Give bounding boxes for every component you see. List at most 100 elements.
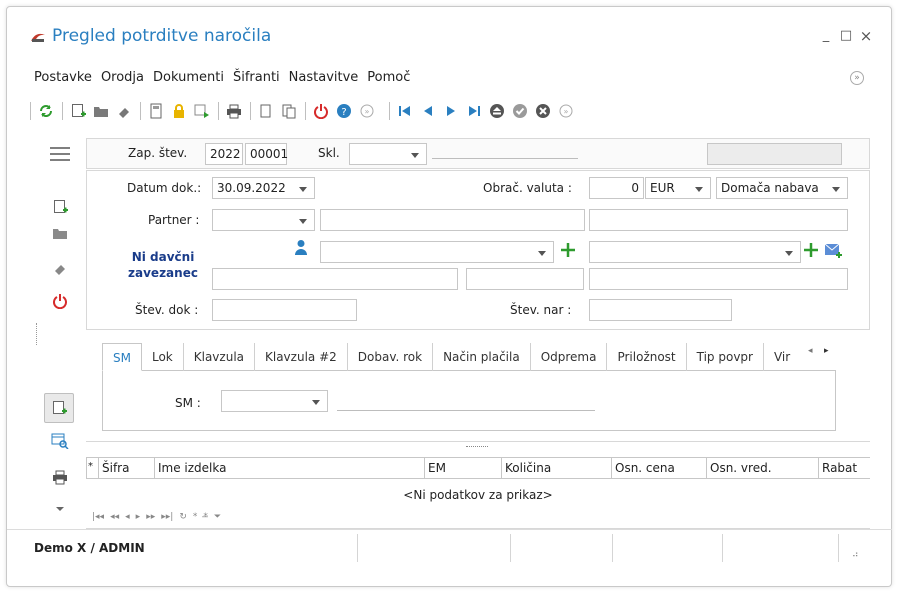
minimize-button[interactable]: _	[818, 28, 834, 44]
stev-dok-field[interactable]	[212, 299, 357, 321]
power-icon[interactable]	[312, 102, 330, 120]
print-icon[interactable]	[225, 102, 243, 120]
menu-collapse-icon[interactable]: »	[850, 71, 864, 85]
tab-priloznost[interactable]: Priložnost	[607, 343, 687, 371]
resize-grip-icon[interactable]: ⠴	[852, 550, 859, 560]
prev-record-icon[interactable]	[419, 102, 437, 120]
side-new-icon[interactable]	[48, 196, 72, 218]
nav-first-icon[interactable]: |◂◂	[92, 512, 104, 522]
menu-sifranti[interactable]: Šifranti	[233, 70, 280, 85]
menu-pomoc[interactable]: Pomoč	[367, 70, 410, 85]
grid-search-icon[interactable]	[48, 430, 72, 452]
side-print-icon[interactable]	[48, 466, 72, 488]
open-folder-icon[interactable]	[92, 102, 110, 120]
nav-insert-icon[interactable]: *̶	[203, 512, 208, 522]
skl-dropdown[interactable]	[349, 143, 427, 165]
address-dropdown[interactable]	[320, 241, 554, 263]
col-sifra[interactable]: Šifra	[98, 458, 154, 479]
maximize-button[interactable]: □	[838, 28, 854, 44]
nav-next-icon[interactable]: ▸	[136, 512, 141, 522]
side-splitter[interactable]	[36, 323, 37, 345]
eraser-icon[interactable]	[115, 102, 133, 120]
nav-prev-page-icon[interactable]: ◂◂	[110, 512, 119, 522]
person-icon[interactable]	[294, 239, 308, 255]
svg-text:?: ?	[341, 107, 346, 118]
refresh-icon[interactable]	[37, 102, 55, 120]
side-eraser-icon[interactable]	[48, 257, 72, 279]
col-osn-vred[interactable]: Osn. vred.	[706, 458, 818, 479]
zap-number-field[interactable]: 00001	[245, 143, 288, 165]
menu-orodja[interactable]: Orodja	[101, 70, 144, 85]
first-record-icon[interactable]	[396, 102, 414, 120]
next-record-icon[interactable]	[442, 102, 460, 120]
tab-klavzula[interactable]: Klavzula	[184, 343, 255, 371]
close-button[interactable]: ×	[858, 28, 874, 44]
obrac-value-field[interactable]: 0	[589, 177, 644, 199]
menu-nastavitve[interactable]: Nastavitve	[289, 70, 359, 85]
eject-icon[interactable]	[488, 102, 506, 120]
paste-icon[interactable]	[280, 102, 298, 120]
add-address-icon[interactable]	[560, 242, 576, 258]
stev-nar-field[interactable]	[589, 299, 732, 321]
zap-label: Zap. štev.	[128, 146, 188, 160]
last-record-icon[interactable]	[465, 102, 483, 120]
calculator-icon[interactable]	[147, 102, 165, 120]
more-icon[interactable]: »	[557, 102, 575, 120]
circle-arrow-icon[interactable]: »	[358, 102, 376, 120]
grid-export-icon[interactable]	[193, 102, 211, 120]
sm-dropdown[interactable]	[221, 390, 328, 412]
nav-prev-icon[interactable]: ◂	[125, 512, 130, 522]
nav-filter-icon[interactable]: ⏷	[214, 512, 221, 522]
address-post-field[interactable]	[466, 268, 584, 290]
new-icon[interactable]	[69, 102, 87, 120]
col-rabat[interactable]: Rabat	[818, 458, 870, 479]
side-folder-icon[interactable]	[48, 222, 72, 244]
nav-add-icon[interactable]: *	[193, 512, 198, 522]
partner-name-field[interactable]	[320, 209, 585, 231]
help-icon[interactable]: ?	[335, 102, 353, 120]
menu-postavke[interactable]: Postavke	[34, 70, 92, 85]
skl-name-field[interactable]	[432, 158, 578, 159]
lock-icon[interactable]	[170, 102, 188, 120]
confirm-icon[interactable]	[511, 102, 529, 120]
menu-dokumenti[interactable]: Dokumenti	[153, 70, 224, 85]
nav-last-icon[interactable]: ▸▸|	[161, 512, 173, 522]
partner-dropdown[interactable]	[212, 209, 315, 231]
side-more-icon[interactable]	[48, 498, 72, 520]
tab-sm[interactable]: SM	[102, 343, 142, 371]
nav-refresh-icon[interactable]: ↻	[179, 512, 187, 522]
contact-dropdown[interactable]	[589, 241, 801, 263]
nav-next-page-icon[interactable]: ▸▸	[146, 512, 155, 522]
tab-scroll-left-icon[interactable]: ◂	[808, 346, 813, 356]
col-ime-izdelka[interactable]: Ime izdelka	[154, 458, 424, 479]
splitter-handle[interactable]	[466, 446, 488, 447]
col-em[interactable]: EM	[424, 458, 501, 479]
tab-vir[interactable]: Vir	[764, 343, 800, 371]
hamburger-menu-icon[interactable]	[48, 143, 72, 165]
add-contact-icon[interactable]	[803, 242, 819, 258]
partner-extra-field[interactable]	[589, 209, 848, 231]
partner-label: Partner :	[148, 213, 200, 227]
side-power-icon[interactable]	[48, 290, 72, 312]
sm-name-field[interactable]	[337, 410, 595, 411]
grid-new-row-button[interactable]	[44, 393, 74, 423]
tab-odprema[interactable]: Odprema	[531, 343, 608, 371]
datum-field[interactable]: 30.09.2022	[212, 177, 315, 199]
cancel-icon[interactable]	[534, 102, 552, 120]
nabava-dropdown[interactable]: Domača nabava	[716, 177, 848, 199]
tab-dobav-rok[interactable]: Dobav. rok	[348, 343, 434, 371]
col-osn-cena[interactable]: Osn. cena	[611, 458, 706, 479]
col-kolicina[interactable]: Količina	[501, 458, 611, 479]
address-city-field[interactable]	[589, 268, 848, 290]
email-add-icon[interactable]	[824, 241, 844, 259]
tab-scroll-right-icon[interactable]: ▸	[824, 346, 829, 356]
zap-year-field[interactable]: 2022	[205, 143, 243, 165]
tab-klavzula-2[interactable]: Klavzula #2	[255, 343, 348, 371]
tab-tip-povpr[interactable]: Tip povpr	[687, 343, 764, 371]
address-street-field[interactable]	[212, 268, 458, 290]
tab-lok[interactable]: Lok	[142, 343, 184, 371]
app-logo-icon	[31, 33, 45, 42]
currency-dropdown[interactable]: EUR	[645, 177, 711, 199]
tab-nacin-placila[interactable]: Način plačila	[433, 343, 531, 371]
copy-icon[interactable]	[257, 102, 275, 120]
